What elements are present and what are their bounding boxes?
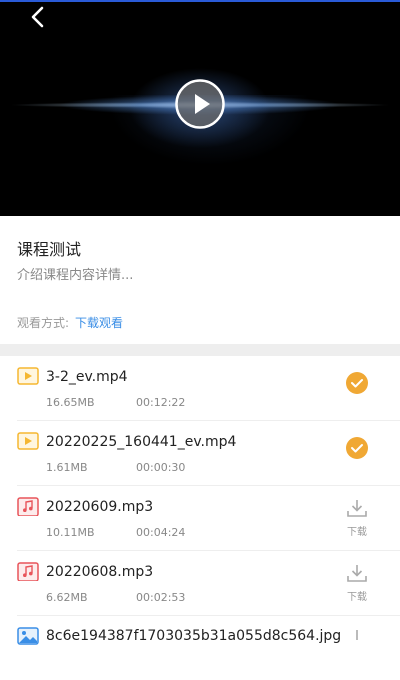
section-divider [0,344,400,356]
back-button[interactable] [26,4,50,32]
file-name: 20220609.mp3 [46,499,154,515]
course-info: 课程测试 介绍课程内容详情... 观看方式: 下载观看 [0,216,400,344]
audio-icon [17,562,39,581]
file-name: 3-2_ev.mp4 [46,369,128,385]
course-description: 介绍课程内容详情... [17,268,134,283]
video-icon [17,432,39,450]
top-accent-line [0,0,400,2]
checkmark-icon [346,437,368,459]
list-item[interactable]: 20220608.mp3 6.62MB 00:02:53 下载 [17,551,400,616]
download-button[interactable]: 下载 [344,498,370,538]
download-icon [347,565,367,582]
file-duration: 00:00:30 [136,461,186,474]
watch-mode-label: 观看方式: [17,316,70,330]
video-player[interactable] [0,0,400,216]
watch-mode-row: 观看方式: 下载观看 [17,314,123,331]
image-icon [17,627,39,645]
file-name: 8c6e194387f1703035b31a055d8c564.jpg [46,628,342,644]
file-duration: 00:12:22 [136,396,186,409]
file-size: 6.62MB [46,591,88,604]
file-name: 20220608.mp3 [46,564,154,580]
chevron-left-icon [31,6,44,28]
download-label: 下载 [347,592,367,603]
play-icon [175,79,225,129]
list-item[interactable]: 8c6e194387f1703035b31a055d8c564.jpg [17,616,400,680]
list-item[interactable]: 20220609.mp3 10.11MB 00:04:24 下载 [17,486,400,551]
file-size: 10.11MB [46,526,95,539]
file-size: 1.61MB [46,461,88,474]
checkmark-icon [346,372,368,394]
list-item[interactable]: 20220225_160441_ev.mp4 1.61MB 00:00:30 [17,421,400,486]
file-list: 3-2_ev.mp4 16.65MB 00:12:22 20220225_160… [0,356,400,680]
file-duration: 00:04:24 [136,526,186,539]
watch-mode-link[interactable]: 下载观看 [75,316,123,330]
download-icon [347,500,367,517]
file-name: 20220225_160441_ev.mp4 [46,434,237,450]
file-size: 16.65MB [46,396,95,409]
play-button[interactable] [175,79,225,129]
list-item[interactable]: 3-2_ev.mp4 16.65MB 00:12:22 [17,356,400,421]
download-button[interactable]: 下载 [344,563,370,603]
video-icon [17,367,39,385]
audio-icon [17,497,39,516]
course-title: 课程测试 [17,240,82,259]
file-duration: 00:02:53 [136,591,186,604]
download-label: 下载 [347,527,367,538]
download-icon[interactable] [346,630,368,640]
